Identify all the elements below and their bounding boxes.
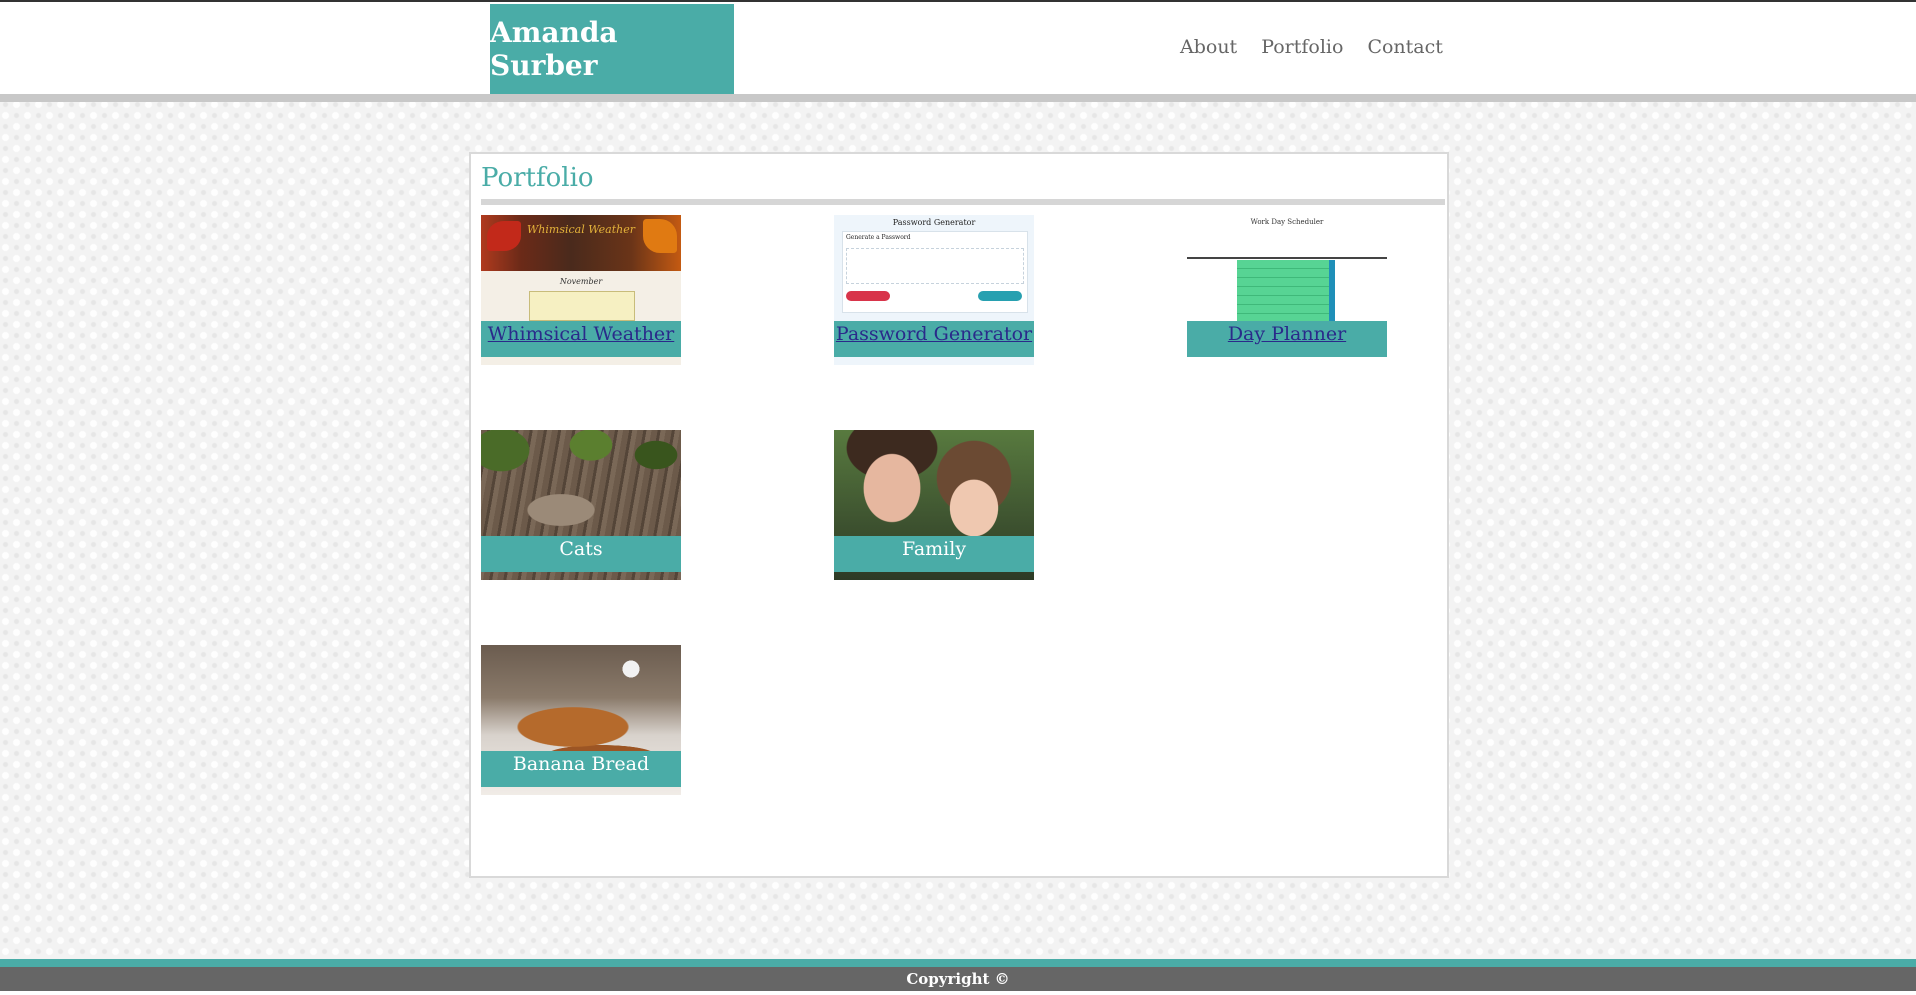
screenshot-title: Work Day Scheduler	[1250, 218, 1324, 226]
nav-link-contact[interactable]: Contact	[1367, 36, 1442, 58]
site-footer: Copyright ©	[0, 959, 1916, 995]
main-nav: About Portfolio Contact	[1180, 36, 1443, 58]
project-link-password-generator[interactable]: Password Generator	[834, 321, 1034, 357]
photo-caption-banana-bread: Banana Bread	[481, 751, 681, 787]
title-divider	[481, 199, 1445, 205]
project-tile-password-generator[interactable]: Password Generator Generate a Password P…	[834, 215, 1034, 365]
project-link-day-planner[interactable]: Day Planner	[1187, 321, 1387, 357]
project-link-whimsical-weather[interactable]: Whimsical Weather	[481, 321, 681, 357]
nav-link-about[interactable]: About	[1180, 36, 1237, 58]
screenshot-title: Whimsical Weather	[527, 223, 635, 236]
photo-tile-family[interactable]: Family	[834, 430, 1034, 580]
copyright-text: Copyright ©	[0, 967, 1916, 991]
footer-accent-bar	[0, 959, 1916, 967]
photo-tile-cats[interactable]: Cats	[481, 430, 681, 580]
screenshot-month: November	[559, 277, 603, 286]
site-header: Amanda Surber About Portfolio Contact	[0, 2, 1916, 94]
portfolio-card: Portfolio Whimsical Weather November Whi…	[469, 152, 1449, 878]
project-tile-day-planner[interactable]: Work Day Scheduler Day Planner	[1187, 215, 1387, 365]
screenshot-title: Password Generator	[892, 218, 976, 227]
brand-logo-link[interactable]: Amanda Surber	[490, 4, 734, 94]
photo-tile-banana-bread[interactable]: Banana Bread	[481, 645, 681, 795]
project-tile-whimsical-weather[interactable]: Whimsical Weather November Whimsical Wea…	[481, 215, 681, 365]
photo-caption-cats: Cats	[481, 536, 681, 572]
photo-caption-family: Family	[834, 536, 1034, 572]
page-title: Portfolio	[481, 163, 594, 193]
header-divider	[0, 94, 1916, 102]
screenshot-subtitle: Generate a Password	[846, 234, 911, 241]
nav-link-portfolio[interactable]: Portfolio	[1261, 36, 1343, 58]
